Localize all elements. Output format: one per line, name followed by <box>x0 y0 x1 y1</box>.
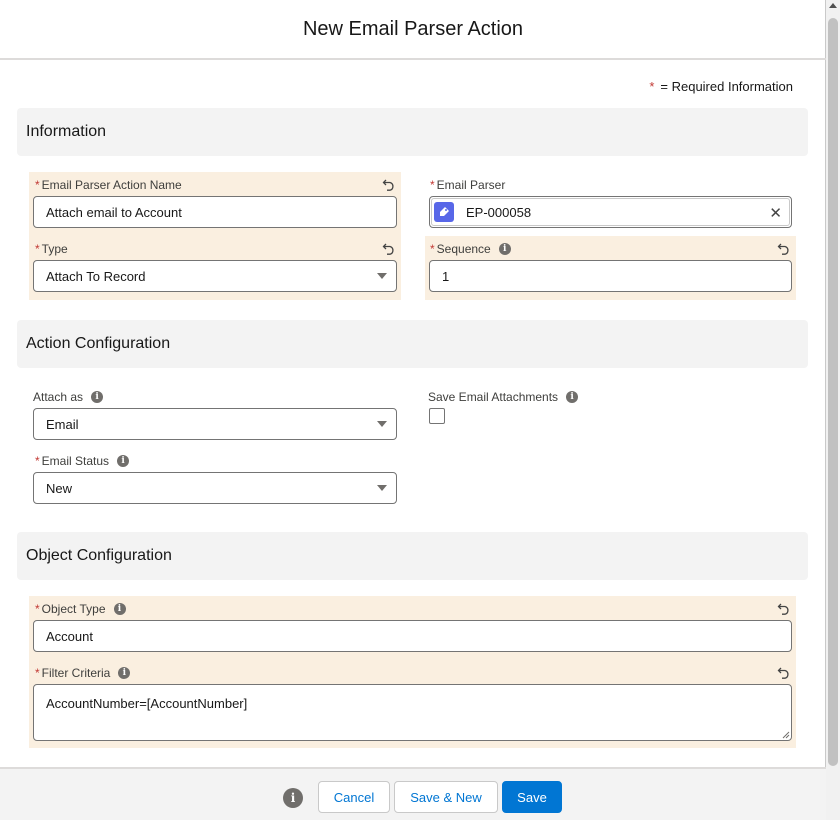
sequence-input[interactable]: 1 <box>429 260 792 292</box>
email-status-value: New <box>46 480 73 496</box>
section-object-configuration[interactable]: Object Configuration <box>17 532 808 580</box>
scrollbar-thumb[interactable] <box>828 18 838 766</box>
scrollbar[interactable] <box>826 0 840 820</box>
modal-title: New Email Parser Action <box>302 17 524 40</box>
attach-as-value: Email <box>46 416 79 432</box>
required-marker: * <box>35 178 40 192</box>
undo-icon[interactable] <box>777 241 791 255</box>
object-type-label: * Object Type i <box>35 602 126 616</box>
type-label: * Type <box>35 242 68 256</box>
modal: New Email Parser Action * = Required Info… <box>0 0 826 820</box>
save-button[interactable]: Save <box>502 781 562 813</box>
filter-criteria-label-text: Filter Criteria <box>41 666 111 680</box>
chevron-down-icon <box>377 485 387 491</box>
undo-icon[interactable] <box>382 241 396 255</box>
resize-grip-icon[interactable] <box>782 731 790 739</box>
info-icon[interactable]: i <box>566 391 579 403</box>
required-info-text: = Required Information <box>660 79 793 94</box>
cancel-button[interactable]: Cancel <box>318 781 390 813</box>
required-marker: * <box>35 602 40 616</box>
sequence-label: * Sequence i <box>430 242 511 256</box>
info-icon[interactable]: i <box>113 603 126 615</box>
info-icon[interactable]: i <box>118 667 131 679</box>
attach-as-label-text: Attach as <box>33 390 84 404</box>
email-parser-label: * Email Parser <box>430 178 505 192</box>
required-marker: * <box>430 178 435 192</box>
type-select[interactable]: Attach To Record <box>33 260 397 292</box>
object-type-input[interactable]: Account <box>33 620 792 652</box>
required-marker: * <box>35 242 40 256</box>
email-status-label: * Email Status i <box>35 454 130 468</box>
chevron-down-icon <box>377 273 387 279</box>
email-parser-object-icon <box>434 202 454 222</box>
sequence-label-text: Sequence <box>436 242 491 256</box>
type-value: Attach To Record <box>46 268 146 284</box>
email-parser-label-text: Email Parser <box>436 178 506 192</box>
save-attachments-label: Save Email Attachments i <box>428 390 579 404</box>
attach-as-select[interactable]: Email <box>33 408 397 440</box>
required-marker: * <box>430 242 435 256</box>
required-star: * <box>649 79 655 94</box>
required-info-note: * = Required Information <box>649 79 793 94</box>
email-parser-value: EP-000058 <box>466 204 532 220</box>
modal-footer: i Cancel Save & New Save <box>0 767 826 820</box>
modal-header: New Email Parser Action <box>0 0 826 60</box>
required-marker: * <box>35 666 40 680</box>
section-action-configuration[interactable]: Action Configuration <box>17 320 808 368</box>
filter-criteria-textarea[interactable]: AccountNumber=[AccountNumber] <box>33 684 792 741</box>
info-icon[interactable]: i <box>117 455 130 467</box>
chevron-down-icon <box>377 421 387 427</box>
info-icon[interactable]: i <box>283 788 303 808</box>
undo-icon[interactable] <box>777 665 791 679</box>
attach-as-label: Attach as i <box>33 390 104 404</box>
filter-criteria-label: * Filter Criteria i <box>35 666 131 680</box>
email-status-label-text: Email Status <box>41 454 110 468</box>
filter-criteria-value: AccountNumber=[AccountNumber] <box>46 696 248 711</box>
info-icon[interactable]: i <box>91 391 104 403</box>
save-attachments-label-text: Save Email Attachments <box>428 390 559 404</box>
required-marker: * <box>35 454 40 468</box>
action-name-input[interactable]: Attach email to Account <box>33 196 397 228</box>
section-information[interactable]: Information <box>17 108 808 156</box>
email-parser-lookup[interactable]: EP-000058 ✕ <box>429 196 792 228</box>
save-attachments-checkbox[interactable] <box>429 408 445 424</box>
undo-icon[interactable] <box>382 177 396 191</box>
action-name-label: * Email Parser Action Name <box>35 178 182 192</box>
info-icon[interactable]: i <box>498 243 511 255</box>
email-status-select[interactable]: New <box>33 472 397 504</box>
action-name-label-text: Email Parser Action Name <box>41 178 182 192</box>
scroll-up-arrow-icon[interactable] <box>829 3 837 8</box>
save-and-new-button[interactable]: Save & New <box>394 781 498 813</box>
undo-icon[interactable] <box>777 601 791 615</box>
object-type-label-text: Object Type <box>41 602 106 616</box>
type-label-text: Type <box>41 242 68 256</box>
clear-icon[interactable]: ✕ <box>769 204 782 222</box>
